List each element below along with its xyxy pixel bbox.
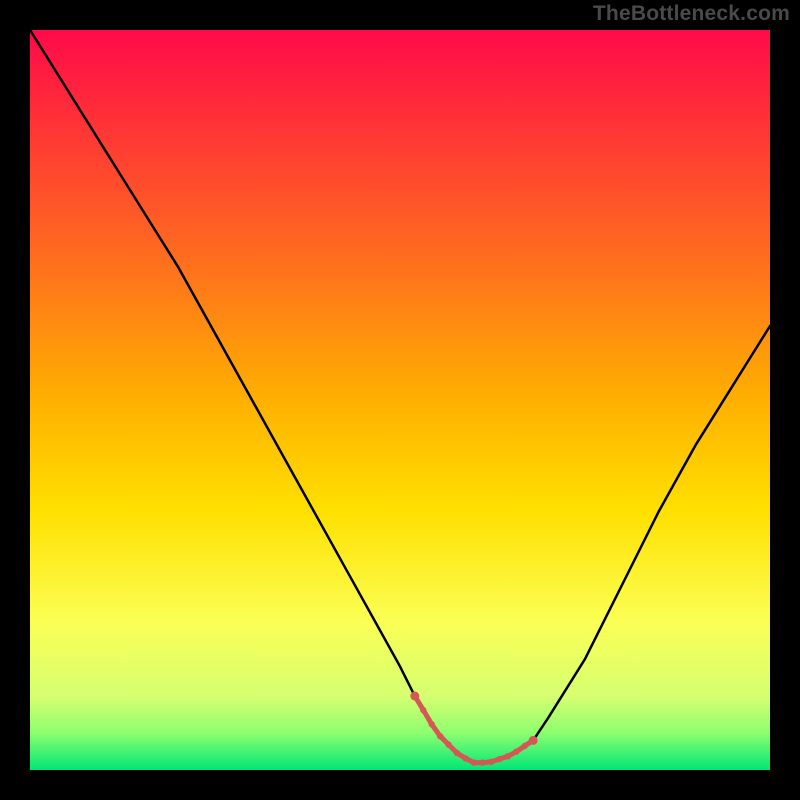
- gradient-background: [30, 30, 770, 770]
- watermark-text: TheBottleneck.com: [593, 2, 790, 26]
- plot-area: [30, 30, 770, 770]
- chart-svg: [30, 30, 770, 770]
- chart-frame: TheBottleneck.com: [0, 0, 800, 800]
